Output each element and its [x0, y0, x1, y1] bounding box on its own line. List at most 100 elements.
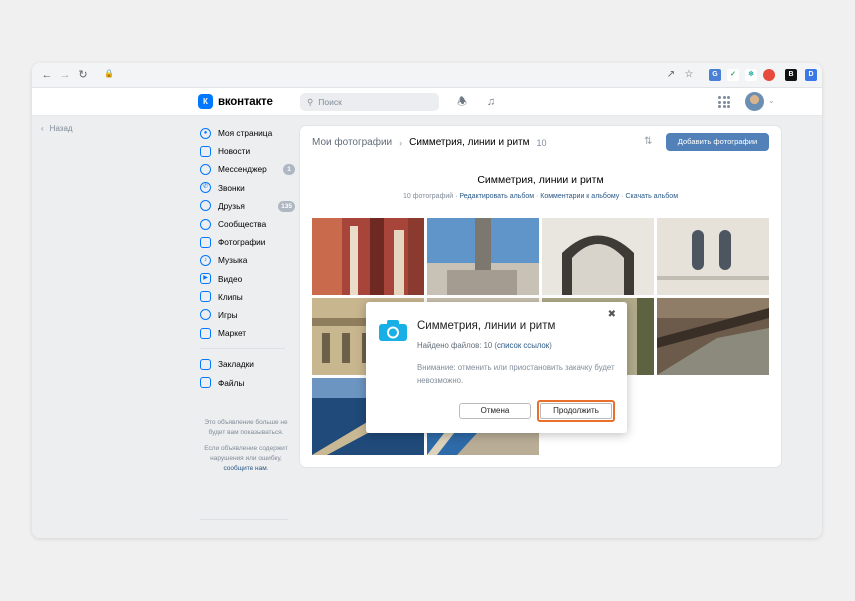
- album-count: 10: [536, 137, 547, 148]
- dialog-title: Симметрия, линии и ритм: [417, 320, 556, 332]
- report-link[interactable]: сообщите нам: [223, 465, 266, 472]
- file-icon: [200, 377, 211, 389]
- chat-icon: [200, 163, 211, 175]
- camera-icon: [379, 320, 407, 341]
- reload-icon[interactable]: ↻: [76, 68, 90, 82]
- share-icon[interactable]: ↗: [664, 68, 678, 82]
- back-arrow-icon[interactable]: ←: [40, 68, 54, 82]
- translate-ext-icon[interactable]: G: [709, 69, 721, 81]
- download-dialog: ✖ Симметрия, линии и ритм Найдено файлов…: [366, 302, 627, 433]
- left-sidebar: ● Моя страница Новости Мессенджер 1 ✆ Звонк…: [200, 124, 295, 392]
- breadcrumb-my-photos[interactable]: Мои фотографии: [312, 137, 392, 148]
- cancel-button[interactable]: Отмена: [459, 403, 531, 419]
- sidebar-item-games[interactable]: Игры: [200, 306, 295, 324]
- sidebar-item-label: Звонки: [218, 182, 245, 193]
- user-icon: ●: [200, 127, 211, 139]
- bell-icon[interactable]: 🕭: [455, 95, 469, 109]
- add-photos-button[interactable]: Добавить фотографии: [666, 133, 769, 151]
- sidebar-item-label: Видео: [218, 273, 243, 284]
- forward-arrow-icon[interactable]: →: [58, 68, 72, 82]
- search-icon: ⚲: [307, 96, 314, 107]
- chevron-down-icon[interactable]: ⌄: [768, 96, 775, 105]
- extension-icon[interactable]: ✓: [727, 69, 739, 81]
- album-comments-link[interactable]: Комментарии к альбому: [540, 193, 619, 200]
- sidebar-item-friends[interactable]: Друзья 135: [200, 197, 295, 215]
- vk-logo[interactable]: К вконтакте: [198, 94, 273, 109]
- sort-icon[interactable]: ⇅: [644, 136, 652, 147]
- sidebar-item-label: Фотографии: [218, 237, 266, 248]
- album-meta: 10 фотографий · Редактировать альбом · К…: [402, 193, 679, 200]
- warning-text: Внимание: отменить или приостановить зак…: [417, 363, 615, 385]
- back-link[interactable]: ‹ Назад: [41, 124, 73, 133]
- ad-text-2-suffix: .: [266, 465, 269, 472]
- friends-badge: 135: [278, 200, 295, 212]
- continue-button[interactable]: Продолжить: [540, 403, 612, 419]
- sidebar-item-label: Файлы: [218, 377, 245, 388]
- ad-text-1: Это объявление больше не будет вам показ…: [204, 419, 288, 436]
- sidebar-item-clips[interactable]: Клипы: [200, 288, 295, 306]
- sidebar-item-label: Клипы: [218, 291, 243, 302]
- edit-album-link[interactable]: Редактировать альбом: [459, 193, 534, 200]
- photo-thumbnail[interactable]: [657, 218, 769, 295]
- puzzle-ext-icon[interactable]: ❄: [745, 69, 757, 81]
- files-found-prefix: Найдено файлов: 10 (: [417, 341, 498, 350]
- sidebar-divider: [200, 348, 285, 350]
- sidebar-item-label: Закладки: [218, 359, 254, 370]
- avatar[interactable]: [745, 92, 764, 111]
- vk-logo-text: вконтакте: [218, 95, 273, 108]
- continue-highlight: Продолжить: [537, 400, 615, 422]
- page-content: ‹ Назад ● Моя страница Новости Мессенджер…: [32, 116, 822, 538]
- back-label: Назад: [49, 124, 73, 133]
- sidebar-item-label: Друзья: [218, 200, 245, 211]
- d-ext-icon[interactable]: D: [805, 69, 817, 81]
- files-found-text: Найдено файлов: 10 (список ссылок): [417, 341, 552, 350]
- sidebar-item-label: Сообщества: [218, 219, 267, 230]
- browser-toolbar: ← → ↻ 🔒 ↗ ☆ G ✓ ❄ B D: [32, 63, 822, 88]
- news-icon: [200, 145, 211, 157]
- ad-text-2: Если объявление содержит нарушения или о…: [200, 444, 292, 474]
- sidebar-item-photos[interactable]: Фотографии: [200, 233, 295, 251]
- sidebar-item-label: Маркет: [218, 328, 247, 339]
- photo-count: 10 фотографий: [402, 193, 454, 200]
- star-icon[interactable]: ☆: [682, 68, 696, 82]
- unread-badge: 1: [283, 164, 295, 176]
- vk-logo-icon: К: [198, 94, 213, 109]
- sidebar-item-bookmarks[interactable]: Закладки: [200, 355, 295, 373]
- sidebar-item-my-page[interactable]: ● Моя страница: [200, 124, 295, 142]
- music-note-icon[interactable]: ♫: [484, 95, 498, 109]
- breadcrumb: Мои фотографии › Симметрия, линии и ритм…: [312, 137, 547, 148]
- sidebar-item-label: Мессенджер: [218, 164, 267, 175]
- games-icon: [200, 309, 211, 321]
- sidebar-item-communities[interactable]: Сообщества: [200, 215, 295, 233]
- clips-icon: [200, 291, 211, 303]
- sidebar-item-video[interactable]: ▶ Видео: [200, 270, 295, 288]
- pokeball-ext-icon[interactable]: [763, 69, 775, 81]
- links-list-link[interactable]: список ссылок: [497, 341, 549, 350]
- search-input[interactable]: ⚲ Поиск: [300, 93, 439, 111]
- album-title: Симметрия, линии и ритм: [477, 174, 604, 186]
- sidebar-item-messenger[interactable]: Мессенджер 1: [200, 160, 295, 178]
- ad-hidden-notice: Это объявление больше не будет вам показ…: [200, 418, 292, 474]
- download-album-link[interactable]: Скачать альбом: [625, 193, 678, 200]
- b-ext-icon[interactable]: B: [785, 69, 797, 81]
- sidebar-item-market[interactable]: Маркет: [200, 324, 295, 342]
- photo-thumbnail[interactable]: [657, 298, 769, 375]
- apps-grid-icon[interactable]: [718, 96, 730, 108]
- sidebar-item-label: Моя страница: [218, 128, 273, 139]
- photo-thumbnail[interactable]: [312, 218, 424, 295]
- sidebar-item-files[interactable]: Файлы: [200, 373, 295, 391]
- close-icon[interactable]: ✖: [608, 309, 616, 320]
- sidebar-item-label: Новости: [218, 146, 251, 157]
- browser-window: ← → ↻ 🔒 ↗ ☆ G ✓ ❄ B D К вконтакте ⚲ Поис…: [32, 63, 822, 538]
- search-placeholder: Поиск: [318, 97, 342, 107]
- sidebar-item-calls[interactable]: ✆ Звонки: [200, 179, 295, 197]
- communities-icon: [200, 218, 211, 230]
- chevron-right-icon: ›: [399, 137, 403, 148]
- sidebar-item-news[interactable]: Новости: [200, 142, 295, 160]
- sidebar-item-label: Игры: [218, 309, 238, 320]
- sidebar-item-music[interactable]: ♪ Музыка: [200, 251, 295, 269]
- sidebar-item-label: Музыка: [218, 255, 248, 266]
- vk-header: К вконтакте ⚲ Поиск 🕭 ♫ ⌄: [32, 88, 822, 116]
- photo-thumbnail[interactable]: [542, 218, 654, 295]
- photo-thumbnail[interactable]: [427, 218, 539, 295]
